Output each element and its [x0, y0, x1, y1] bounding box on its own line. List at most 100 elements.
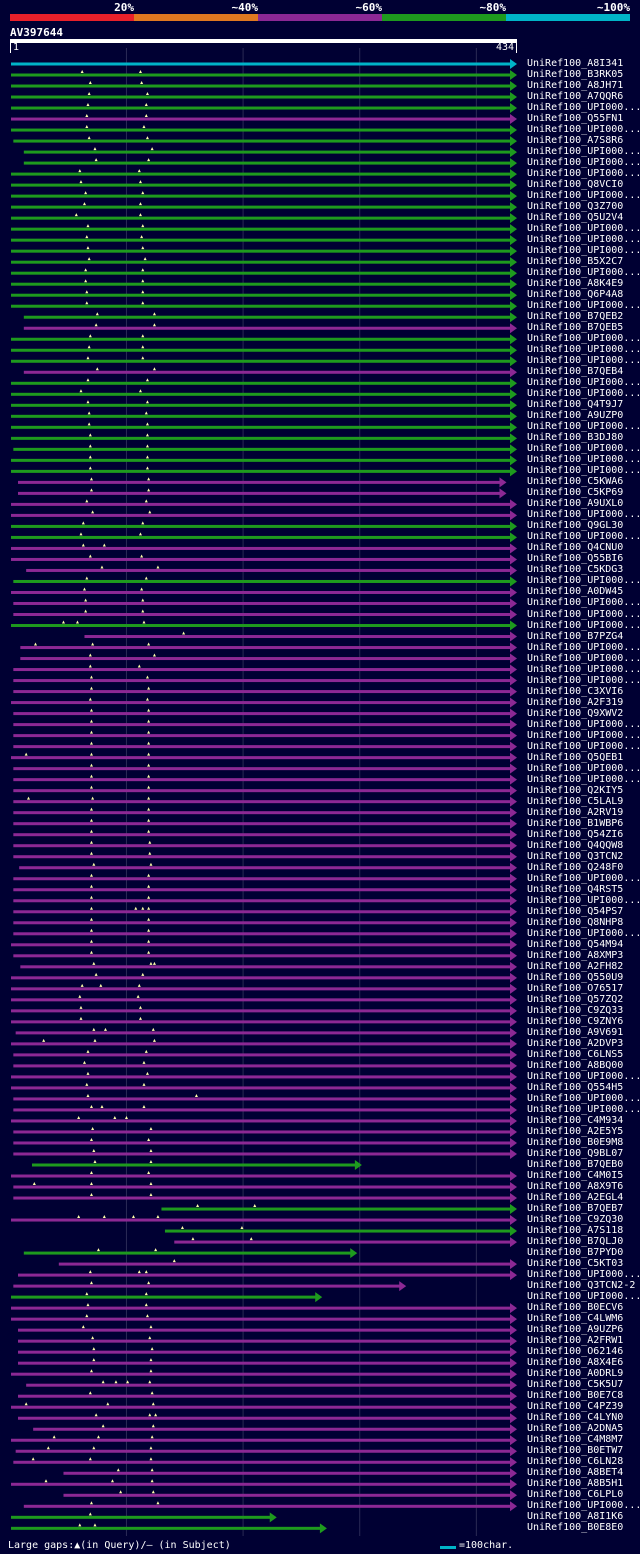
hit-label[interactable]: UniRef100_A7S8R6 [527, 135, 623, 146]
hit-label[interactable]: UniRef100_A2FRW1 [527, 1335, 623, 1346]
hit-label[interactable]: UniRef100_B7QLJ0 [527, 1236, 623, 1247]
hit-label[interactable]: UniRef100_UPI000... [527, 333, 640, 344]
hit-label[interactable]: UniRef100_B7QEB5 [527, 322, 623, 333]
hit-label[interactable]: UniRef100_UPI000... [527, 344, 640, 355]
hit-label[interactable]: UniRef100_A7S118 [527, 1225, 623, 1236]
hit-label[interactable]: UniRef100_UPI000... [527, 102, 640, 113]
hit-label[interactable]: UniRef100_A7QQR6 [527, 91, 623, 102]
hit-label[interactable]: UniRef100_A2DNA5 [527, 1423, 623, 1434]
hit-label[interactable]: UniRef100_Q248F0 [527, 862, 623, 873]
hit-label[interactable]: UniRef100_Q54PS7 [527, 906, 623, 917]
hit-label[interactable]: UniRef100_UPI000... [527, 1093, 640, 1104]
hit-label[interactable]: UniRef100_B7QEB4 [527, 366, 623, 377]
hit-label[interactable]: UniRef100_B3DJ80 [527, 432, 623, 443]
hit-label[interactable]: UniRef100_Q54ZI6 [527, 829, 623, 840]
hit-label[interactable]: UniRef100_Q554H5 [527, 1082, 623, 1093]
hit-label[interactable]: UniRef100_UPI000... [527, 719, 640, 730]
hit-label[interactable]: UniRef100_Q57ZQ2 [527, 994, 623, 1005]
hit-label[interactable]: UniRef100_UPI000... [527, 1071, 640, 1082]
hit-label[interactable]: UniRef100_UPI000... [527, 223, 640, 234]
hit-label[interactable]: UniRef100_B7QEB7 [527, 1203, 623, 1214]
hit-label[interactable]: UniRef100_A9UXL0 [527, 498, 623, 509]
hit-label[interactable]: UniRef100_C4M8M7 [527, 1434, 623, 1445]
hit-label[interactable]: UniRef100_C5LAL9 [527, 796, 623, 807]
hit-label[interactable]: UniRef100_Q2KIY5 [527, 785, 623, 796]
hit-label[interactable]: UniRef100_Q3TCN2-2 [527, 1280, 635, 1291]
hit-label[interactable]: UniRef100_Q55BI6 [527, 553, 623, 564]
hit-label[interactable]: UniRef100_C4M934 [527, 1115, 623, 1126]
hit-label[interactable]: UniRef100_C5K5U7 [527, 1379, 623, 1390]
hit-label[interactable]: UniRef100_A2F319 [527, 697, 623, 708]
hit-label[interactable]: UniRef100_B7QEB0 [527, 1159, 623, 1170]
hit-label[interactable]: UniRef100_A8XMP3 [527, 950, 623, 961]
hit-label[interactable]: UniRef100_A2E5Y5 [527, 1126, 623, 1137]
hit-label[interactable]: UniRef100_B3RK05 [527, 69, 623, 80]
hit-label[interactable]: UniRef100_UPI000... [527, 146, 640, 157]
hit-label[interactable]: UniRef100_A8B5H1 [527, 1478, 623, 1489]
hit-label[interactable]: UniRef100_A8I341 [527, 58, 623, 69]
hit-label[interactable]: UniRef100_Q550U9 [527, 972, 623, 983]
hit-label[interactable]: UniRef100_Q9XWV2 [527, 708, 623, 719]
hit-label[interactable]: UniRef100_B0E8E0 [527, 1522, 623, 1533]
hit-label[interactable]: UniRef100_C9ZQ33 [527, 1005, 623, 1016]
hit-label[interactable]: UniRef100_B0ECV6 [527, 1302, 623, 1313]
hit-label[interactable]: UniRef100_B0ETW7 [527, 1445, 623, 1456]
hit-label[interactable]: UniRef100_Q4T9J7 [527, 399, 623, 410]
hit-label[interactable]: UniRef100_A9V691 [527, 1027, 623, 1038]
hit-label[interactable]: UniRef100_UPI000... [527, 1500, 640, 1511]
hit-label[interactable]: UniRef100_Q4CNU0 [527, 542, 623, 553]
hit-label[interactable]: UniRef100_UPI000... [527, 675, 640, 686]
hit-label[interactable]: UniRef100_Q3TCN2 [527, 851, 623, 862]
hit-label[interactable]: UniRef100_UPI000... [527, 168, 640, 179]
hit-label[interactable]: UniRef100_UPI000... [527, 443, 640, 454]
hit-label[interactable]: UniRef100_UPI000... [527, 642, 640, 653]
hit-label[interactable]: UniRef100_UPI000... [527, 454, 640, 465]
hit-label[interactable]: UniRef100_UPI000... [527, 1291, 640, 1302]
hit-label[interactable]: UniRef100_O62146 [527, 1346, 623, 1357]
hit-label[interactable]: UniRef100_Q54M94 [527, 939, 623, 950]
hit-label[interactable]: UniRef100_C6LN28 [527, 1456, 623, 1467]
hit-label[interactable]: UniRef100_Q4QQW8 [527, 840, 623, 851]
hit-label[interactable]: UniRef100_UPI000... [527, 928, 640, 939]
hit-label[interactable]: UniRef100_UPI000... [527, 741, 640, 752]
hit-label[interactable]: UniRef100_A8I1K6 [527, 1511, 623, 1522]
hit-label[interactable]: UniRef100_B7PZG4 [527, 631, 623, 642]
hit-label[interactable]: UniRef100_Q9GL30 [527, 520, 623, 531]
hit-label[interactable]: UniRef100_C4M0I5 [527, 1170, 623, 1181]
hit-label[interactable]: UniRef100_A0DW45 [527, 586, 623, 597]
hit-label[interactable]: UniRef100_B1WBP6 [527, 818, 623, 829]
hit-label[interactable]: UniRef100_UPI000... [527, 267, 640, 278]
hit-label[interactable]: UniRef100_UPI000... [527, 597, 640, 608]
hit-label[interactable]: UniRef100_UPI000... [527, 873, 640, 884]
hit-label[interactable]: UniRef100_A8BET4 [527, 1467, 623, 1478]
hit-label[interactable]: UniRef100_UPI000... [527, 763, 640, 774]
hit-label[interactable]: UniRef100_Q5QEB1 [527, 752, 623, 763]
hit-label[interactable]: UniRef100_UPI000... [527, 465, 640, 476]
hit-label[interactable]: UniRef100_B7QEB2 [527, 311, 623, 322]
hit-label[interactable]: UniRef100_UPI000... [527, 388, 640, 399]
hit-label[interactable]: UniRef100_A8X9T6 [527, 1181, 623, 1192]
hit-label[interactable]: UniRef100_Q8NHP8 [527, 917, 623, 928]
hit-label[interactable]: UniRef100_Q3Z700 [527, 201, 623, 212]
hit-label[interactable]: UniRef100_C5KP69 [527, 487, 623, 498]
hit-label[interactable]: UniRef100_C4LYN0 [527, 1412, 623, 1423]
hit-label[interactable]: UniRef100_A2FH82 [527, 961, 623, 972]
hit-label[interactable]: UniRef100_A8BQ00 [527, 1060, 623, 1071]
hit-label[interactable]: UniRef100_A9UZP0 [527, 410, 623, 421]
hit-label[interactable]: UniRef100_A0DRL9 [527, 1368, 623, 1379]
hit-label[interactable]: UniRef100_O76517 [527, 983, 623, 994]
hit-label[interactable]: UniRef100_A2EGL4 [527, 1192, 623, 1203]
hit-label[interactable]: UniRef100_UPI000... [527, 300, 640, 311]
hit-label[interactable]: UniRef100_UPI000... [527, 355, 640, 366]
hit-label[interactable]: UniRef100_C6LPL0 [527, 1489, 623, 1500]
hit-label[interactable]: UniRef100_UPI000... [527, 620, 640, 631]
hit-label[interactable]: UniRef100_UPI000... [527, 190, 640, 201]
hit-label[interactable]: UniRef100_UPI000... [527, 895, 640, 906]
hit-label[interactable]: UniRef100_UPI000... [527, 124, 640, 135]
hit-label[interactable]: UniRef100_C4LWM6 [527, 1313, 623, 1324]
hit-label[interactable]: UniRef100_A2DVP3 [527, 1038, 623, 1049]
hit-label[interactable]: UniRef100_C9ZNY6 [527, 1016, 623, 1027]
hit-label[interactable]: UniRef100_C9ZQ30 [527, 1214, 623, 1225]
hit-label[interactable]: UniRef100_UPI000... [527, 531, 640, 542]
hit-label[interactable]: UniRef100_A8K4E9 [527, 278, 623, 289]
